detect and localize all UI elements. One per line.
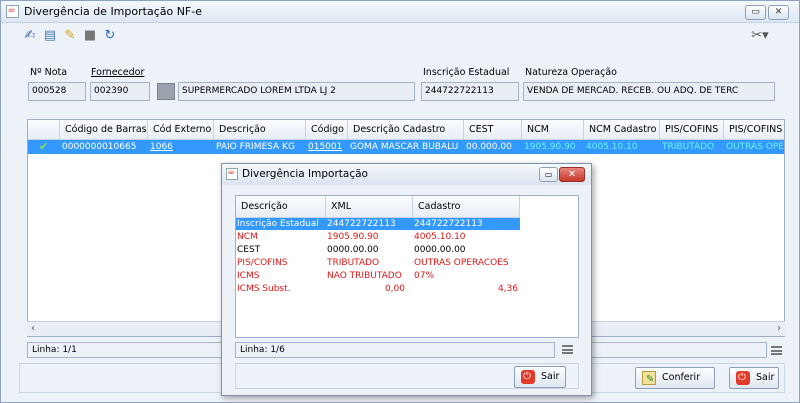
power-icon [521,367,535,387]
col-codigo[interactable]: Código [306,120,348,140]
cell-pis-cofins: TRIBUTADO [662,142,715,152]
print-icon[interactable]: ■ [82,28,98,44]
divergence-dialog: Divergência Importação ▭ ✕ Descrição XML… [221,163,592,396]
dialog-table[interactable]: Descrição XML Cadastro Inscrição Estadua… [235,195,579,338]
toolbar: ✍ ▤ ✎ ■ ↻ ✂▾ [1,25,799,49]
dcol-cadastro[interactable]: Cadastro [413,196,520,218]
dialog-restore-button[interactable]: ▭ [539,167,558,182]
table-row[interactable]: ✔ 0000000010665 1066 PAIO FRIMESA KG 015… [28,140,784,154]
power-icon [736,368,750,388]
check-icon: ✔ [39,140,49,153]
col-ncm[interactable]: NCM [522,120,584,140]
dcol-xml[interactable]: XML [326,196,413,218]
natureza-field[interactable]: VENDA DE MERCAD. RECEB. OU ADQ. DE TERC [523,82,775,101]
fornecedor-name-field[interactable]: SUPERMERCADO LOREM LTDA LJ 2 [178,82,415,101]
dialog-status-linha: Linha: 1/6 [235,342,555,358]
table-row[interactable]: ICMS NAO TRIBUTADO 07% [236,270,520,282]
col-cest[interactable]: CEST [464,120,522,140]
natureza-label: Natureza Operação [525,67,617,78]
tools-icon[interactable]: ✂▾ [749,28,771,44]
cell-codigo[interactable]: 015001 [306,140,348,154]
user-edit-icon[interactable]: ✍ [22,28,38,44]
dialog-title-bar: Divergência Importação ▭ ✕ [222,164,591,185]
java-app-icon [226,167,238,180]
dialog-close-button[interactable]: ✕ [559,167,585,182]
window-icon[interactable]: ▤ [42,28,58,44]
restore-button[interactable]: ▭ [745,5,766,20]
table-row[interactable]: CEST 0000.00.00 0000.00.00 [236,244,520,256]
ie-field[interactable]: 244722722113 [421,82,519,101]
window-title: Divergência de Importação NF-e [24,5,202,18]
cell-descricao: PAIO FRIMESA KG [216,142,295,152]
conferir-button[interactable]: Conferir [635,367,715,390]
cell-ncm: 1905.90.90 [524,142,576,152]
scroll-left-icon[interactable]: ‹ [31,323,35,334]
cell-cest: 00.000.00 [466,142,512,152]
table-row[interactable]: NCM 1905.90.90 4005.10.10 [236,231,520,243]
cell-pis-cofins-cad: OUTRAS OPE [726,142,784,152]
menu-icon[interactable] [771,346,782,355]
ie-label: Inscrição Estadual [423,67,510,78]
col-descricao-cadastro[interactable]: Descrição Cadastro [348,120,464,140]
cell-codigo-barras: 0000000010665 [62,142,137,152]
title-bar: Divergência de Importação NF-e ▭ ✕ [1,1,799,23]
dialog-sair-button[interactable]: Sair [514,366,566,388]
cell-descricao-cadastro: GOMA MASCAR BUBALU [350,142,459,152]
edit-note-icon[interactable]: ✎ [62,28,78,44]
conferir-icon [642,370,656,390]
col-check[interactable] [28,120,60,140]
col-pis-cofins-cad[interactable]: PIS/COFINS [724,120,784,140]
dialog-title: Divergência Importação [242,168,368,180]
col-pis-cofins[interactable]: PIS/COFINS [660,120,724,140]
cell-cod-externo[interactable]: 1066 [148,140,214,154]
dialog-menu-icon[interactable] [562,345,573,354]
fornecedor-label[interactable]: Fornecedor [91,67,144,78]
col-ncm-cadastro[interactable]: NCM Cadastro [584,120,660,140]
nota-label: Nº Nota [30,67,68,78]
cell-ncm-cadastro: 4005.10.10 [586,142,638,152]
java-app-icon [6,4,19,18]
nota-field[interactable]: 000528 [28,82,86,101]
dcol-descricao[interactable]: Descrição [236,196,326,218]
close-button[interactable]: ✕ [768,5,789,20]
table-row[interactable]: ICMS Subst. 0,00 4,36 [236,283,520,295]
table-row[interactable]: PIS/COFINS TRIBUTADO OUTRAS OPERACOES [236,257,520,269]
refresh-icon[interactable]: ↻ [102,28,118,44]
fornecedor-code-field[interactable]: 002390 [90,82,150,101]
sair-button[interactable]: Sair [729,367,779,389]
search-fornecedor-icon[interactable] [157,83,175,100]
scroll-right-icon[interactable]: › [777,323,781,334]
table-row[interactable]: Inscrição Estadual 244722722113 24472272… [236,218,520,230]
col-cod-externo[interactable]: Cód Externo [148,120,214,140]
col-descricao[interactable]: Descrição [214,120,306,140]
col-codigo-barras[interactable]: Código de Barras [60,120,148,140]
